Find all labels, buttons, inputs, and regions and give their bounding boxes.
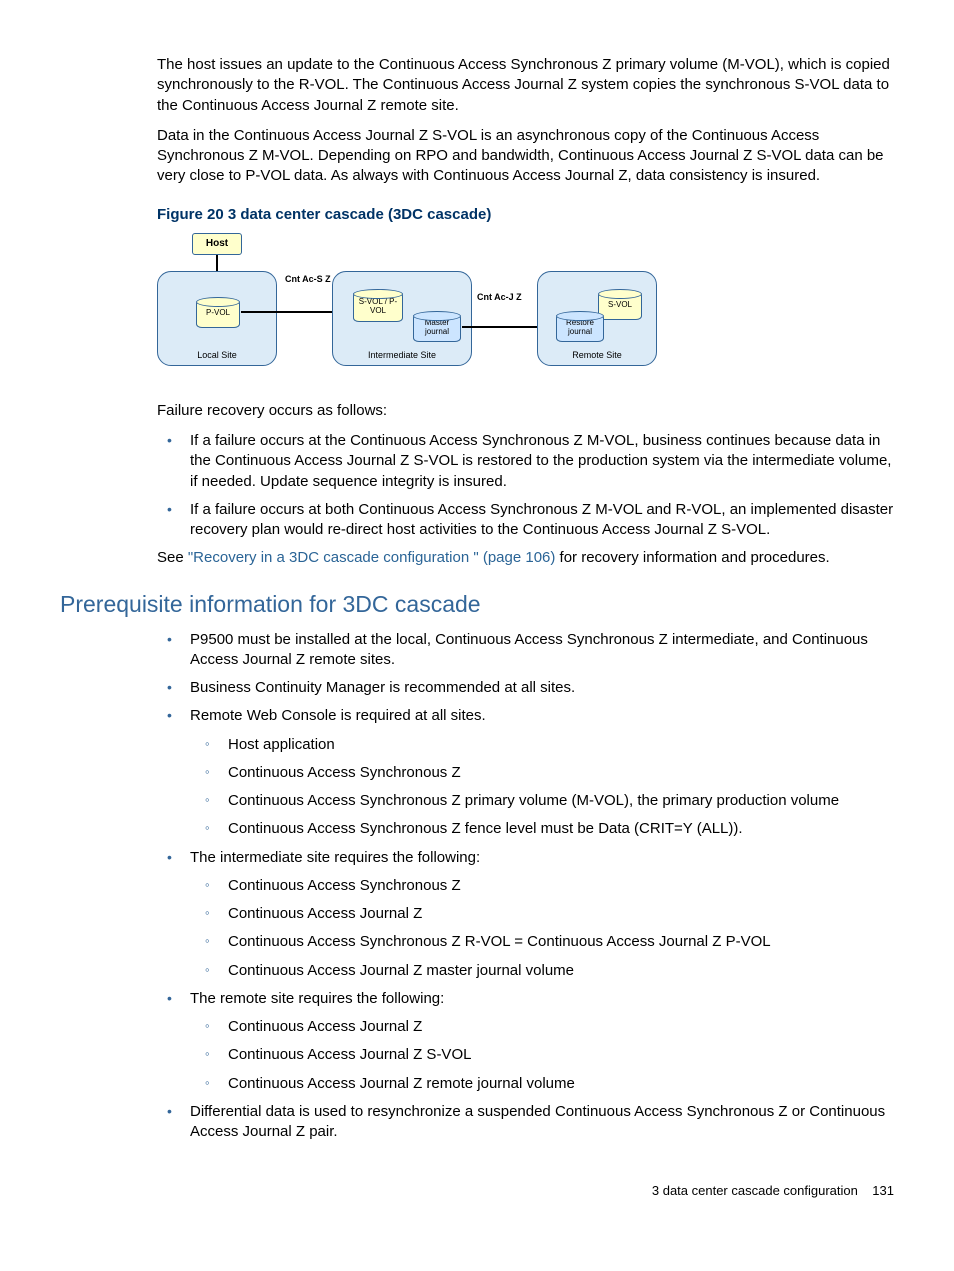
- text: See: [157, 549, 188, 566]
- list-item: Business Continuity Manager is recommend…: [157, 678, 894, 698]
- list-item: Continuous Access Journal Z remote journ…: [190, 1074, 894, 1094]
- pvol-cylinder: P-VOL: [196, 300, 240, 328]
- list-item: If a failure occurs at the Continuous Ac…: [157, 431, 894, 492]
- paragraph: See "Recovery in a 3DC cascade configura…: [157, 548, 894, 568]
- restore-journal-cylinder: Restore journal: [556, 314, 604, 342]
- text: for recovery information and procedures.: [555, 549, 829, 566]
- arrow-label: Cnt Ac-J Z: [477, 291, 522, 303]
- paragraph: The host issues an update to the Continu…: [157, 55, 894, 116]
- figure-caption: Figure 20 3 data center cascade (3DC cas…: [157, 205, 894, 225]
- list-item: The remote site requires the following: …: [157, 989, 894, 1094]
- list-item: Continuous Access Synchronous Z R-VOL = …: [190, 932, 894, 952]
- list-item: Continuous Access Synchronous Z fence le…: [190, 819, 894, 839]
- host-box: Host: [192, 233, 242, 255]
- arrow-label: Cnt Ac-S Z: [285, 273, 331, 285]
- svol-pvol-cylinder: S-VOL / P-VOL: [353, 292, 403, 322]
- list-item: Continuous Access Journal Z S-VOL: [190, 1045, 894, 1065]
- list-item: Continuous Access Synchronous Z primary …: [190, 791, 894, 811]
- site-label: Remote Site: [538, 349, 656, 361]
- master-journal-cylinder: Master journal: [413, 314, 461, 342]
- text: Remote Web Console is required at all si…: [190, 707, 486, 724]
- list-item: Continuous Access Synchronous Z: [190, 876, 894, 896]
- list-item: Continuous Access Journal Z master journ…: [190, 961, 894, 981]
- figure-diagram: Host P-VOL Local Site Cnt Ac-S Z S-VOL /…: [157, 233, 657, 383]
- site-label: Intermediate Site: [333, 349, 471, 361]
- list-item: Continuous Access Journal Z: [190, 904, 894, 924]
- section-heading: Prerequisite information for 3DC cascade: [60, 589, 894, 620]
- list-item: Differential data is used to resynchroni…: [157, 1102, 894, 1143]
- list-item: Remote Web Console is required at all si…: [157, 706, 894, 839]
- site-label: Local Site: [158, 349, 276, 361]
- text: The intermediate site requires the follo…: [190, 849, 480, 866]
- paragraph: Failure recovery occurs as follows:: [157, 401, 894, 421]
- list-item: The intermediate site requires the follo…: [157, 848, 894, 981]
- svol-cylinder: S-VOL: [598, 292, 642, 320]
- list-item: Host application: [190, 735, 894, 755]
- list-item: P9500 must be installed at the local, Co…: [157, 630, 894, 671]
- list-item: Continuous Access Journal Z: [190, 1017, 894, 1037]
- list-item: If a failure occurs at both Continuous A…: [157, 500, 894, 541]
- footer-text: 3 data center cascade configuration: [652, 1183, 858, 1198]
- paragraph: Data in the Continuous Access Journal Z …: [157, 126, 894, 187]
- text: The remote site requires the following:: [190, 990, 444, 1007]
- page-footer: 3 data center cascade configuration 131: [60, 1182, 894, 1200]
- recovery-link[interactable]: "Recovery in a 3DC cascade configuration…: [188, 549, 556, 566]
- list-item: Continuous Access Synchronous Z: [190, 763, 894, 783]
- page-number: 131: [872, 1183, 894, 1198]
